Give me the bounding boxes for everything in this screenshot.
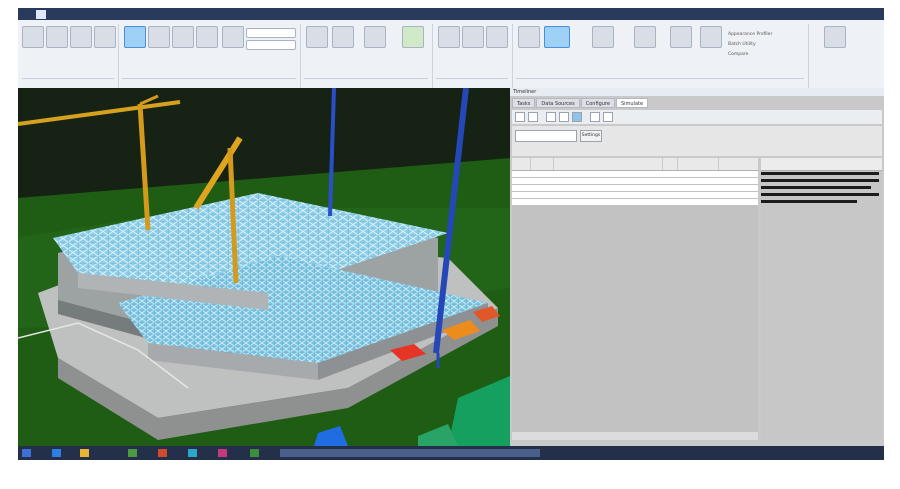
ribbon-group-display (436, 78, 508, 88)
find-items-button[interactable] (172, 26, 194, 48)
taskbar-app-icon[interactable] (218, 449, 227, 457)
grid-scrollbar[interactable] (512, 432, 758, 440)
tab-simulate[interactable]: Simulate (615, 98, 649, 108)
settings-button[interactable]: Settings (580, 130, 602, 142)
taskbar-folder-icon[interactable] (80, 449, 89, 457)
table-row[interactable] (512, 171, 758, 177)
selection-dropdown[interactable] (246, 28, 296, 38)
reset-button[interactable] (70, 26, 92, 48)
table-row[interactable] (512, 178, 758, 184)
table-row[interactable] (512, 192, 758, 198)
menu-tab-8[interactable] (120, 10, 130, 19)
select-box-button[interactable] (148, 26, 170, 48)
menu-tab-5[interactable] (78, 10, 88, 19)
sets-button[interactable] (222, 26, 244, 48)
gantt-header (761, 158, 882, 171)
unhide-all-button[interactable] (364, 26, 386, 48)
select-same-button[interactable] (196, 26, 218, 48)
play-reverse-icon[interactable] (546, 112, 556, 122)
step-forward-icon[interactable] (590, 112, 600, 122)
taskbar-app-icon[interactable] (158, 449, 167, 457)
timeliner-icon[interactable] (544, 26, 570, 48)
navisworks-taskbar-icon[interactable] (250, 449, 259, 457)
ribbon-toolbar: Appearance Profiler Batch Utility Compar… (18, 20, 884, 89)
gantt-bar[interactable] (761, 193, 879, 196)
col-name[interactable] (554, 158, 664, 170)
append-button[interactable] (22, 26, 44, 48)
refresh-button[interactable] (46, 26, 68, 48)
col-icon[interactable] (531, 158, 554, 170)
ribbon-group-visibility (304, 78, 428, 88)
3d-viewport[interactable] (18, 88, 510, 446)
quantification-button[interactable] (592, 26, 614, 48)
ribbon-group-tools (516, 78, 804, 88)
col-status[interactable] (663, 158, 678, 170)
gantt-bar[interactable] (761, 200, 857, 203)
menu-bar (18, 8, 884, 20)
selection-filter-dropdown[interactable] (246, 40, 296, 50)
col-planned-end[interactable] (719, 158, 759, 170)
timeliner-panel: Timeliner Tasks Data Sources Configure S… (510, 88, 884, 446)
menu-tab-3[interactable] (50, 10, 60, 19)
datatools-button[interactable] (824, 26, 846, 48)
tab-tasks[interactable]: Tasks (512, 98, 536, 108)
clash-icon[interactable] (518, 26, 540, 48)
table-row[interactable] (512, 199, 758, 205)
appearance-profiler-button[interactable]: Appearance Profiler (728, 32, 772, 37)
menu-tab-6[interactable] (92, 10, 102, 19)
gantt-bar[interactable] (761, 172, 879, 175)
compare-button[interactable]: Compare (728, 52, 748, 57)
taskbar-app-icon[interactable] (188, 449, 197, 457)
taskbar-app-icon[interactable] (52, 449, 61, 457)
gantt-bar[interactable] (761, 186, 871, 189)
play-icon[interactable] (572, 112, 582, 122)
col-active[interactable] (512, 158, 531, 170)
windows-start-icon[interactable] (22, 449, 31, 457)
playback-toolbar (512, 110, 882, 124)
ribbon-group-project (22, 78, 114, 88)
panel-tab-strip: Tasks Data Sources Configure Simulate (512, 98, 649, 108)
tab-data-sources[interactable]: Data Sources (536, 98, 580, 108)
step-back-icon[interactable] (528, 112, 538, 122)
menu-tab-home[interactable] (36, 9, 46, 19)
table-row[interactable] (512, 185, 758, 191)
tab-configure[interactable]: Configure (580, 98, 615, 108)
fast-forward-icon[interactable] (603, 112, 613, 122)
file-options-button[interactable] (94, 26, 116, 48)
simulation-date-input[interactable] (515, 130, 577, 142)
windows-taskbar (18, 446, 884, 460)
simulation-controls: Settings (512, 126, 882, 156)
properties-button[interactable] (462, 26, 484, 48)
file-properties-button[interactable] (486, 26, 508, 48)
stop-icon[interactable] (559, 112, 569, 122)
rewind-icon[interactable] (515, 112, 525, 122)
ribbon-group-select (122, 78, 296, 88)
quick-properties-button[interactable] (438, 26, 460, 48)
task-grid (512, 158, 758, 440)
active-window-button[interactable] (280, 449, 540, 457)
construction-site-model[interactable] (18, 88, 510, 446)
task-grid-header (512, 158, 758, 171)
scripter-button[interactable] (700, 26, 722, 48)
links-button[interactable] (402, 26, 424, 48)
menu-tab-4[interactable] (64, 10, 74, 19)
select-icon[interactable] (124, 26, 146, 48)
animator-button[interactable] (670, 26, 692, 48)
gantt-chart (761, 158, 882, 440)
taskbar-app-icon[interactable] (128, 449, 137, 457)
panel-title: Timeliner (510, 88, 884, 96)
menu-tab-7[interactable] (106, 10, 116, 19)
application-window: Appearance Profiler Batch Utility Compar… (18, 8, 884, 460)
col-planned-start[interactable] (678, 158, 719, 170)
menu-tab-1[interactable] (22, 10, 32, 19)
require-button[interactable] (332, 26, 354, 48)
batch-utility-button[interactable]: Batch Utility (728, 42, 756, 47)
gantt-bar[interactable] (761, 179, 879, 182)
hide-button[interactable] (306, 26, 328, 48)
autodesk-rendering-button[interactable] (634, 26, 656, 48)
